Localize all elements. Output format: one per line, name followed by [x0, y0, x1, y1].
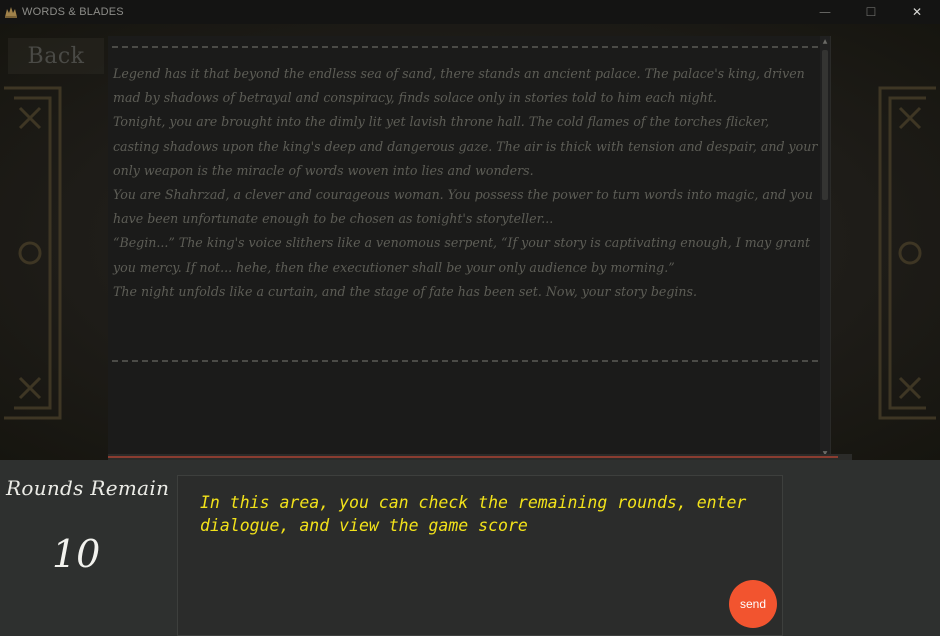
app-title: WORDS & BLADES — [22, 6, 124, 18]
rounds-remain-label: Rounds Remain — [6, 476, 170, 500]
ornate-frame-right — [878, 86, 936, 420]
story-paragraph: You are Shahrzad, a clever and courageou… — [113, 187, 813, 227]
scroll-thumb[interactable] — [822, 50, 828, 200]
story-paragraph: The night unfolds like a curtain, and th… — [113, 283, 698, 299]
send-button-label: send — [739, 597, 767, 611]
story-paragraph: “Begin...” The king's voice slithers lik… — [113, 235, 811, 275]
back-button[interactable]: Back — [8, 38, 104, 74]
horizontal-scroll-thumb[interactable] — [108, 456, 838, 458]
title-bar: WORDS & BLADES — ☐ ✕ — [0, 0, 940, 24]
rounds-remain-value: 10 — [52, 532, 101, 576]
app-logo-icon — [4, 6, 18, 18]
close-icon: ✕ — [911, 5, 923, 19]
close-button[interactable]: ✕ — [894, 0, 940, 24]
dialogue-hint-text: In this area, you can check the remainin… — [200, 493, 747, 535]
story-text: Legend has it that beyond the endless se… — [113, 62, 819, 304]
maximize-icon: ☐ — [865, 5, 877, 19]
divider-bottom — [112, 360, 818, 362]
maximize-button[interactable]: ☐ — [848, 0, 894, 24]
minimize-icon: — — [819, 5, 831, 19]
minimize-button[interactable]: — — [802, 0, 848, 24]
dialogue-input[interactable]: In this area, you can check the remainin… — [177, 475, 783, 636]
scroll-up-icon[interactable]: ▲ — [821, 38, 829, 46]
vertical-scrollbar[interactable]: ▲ ▼ — [820, 36, 830, 460]
window-controls: — ☐ ✕ — [802, 0, 940, 24]
ornate-frame-left — [4, 86, 62, 420]
story-paragraph: Legend has it that beyond the endless se… — [113, 66, 805, 106]
story-paragraph: Tonight, you are brought into the dimly … — [113, 114, 818, 178]
back-button-label: Back — [27, 43, 85, 69]
control-panel: Rounds Remain 10 In this area, you can c… — [0, 460, 940, 636]
story-panel[interactable]: Legend has it that beyond the endless se… — [108, 36, 831, 460]
story-scene: Back Legend has it that beyond the endle… — [0, 24, 940, 460]
send-button[interactable]: send — [729, 580, 777, 628]
divider-top — [112, 46, 818, 48]
